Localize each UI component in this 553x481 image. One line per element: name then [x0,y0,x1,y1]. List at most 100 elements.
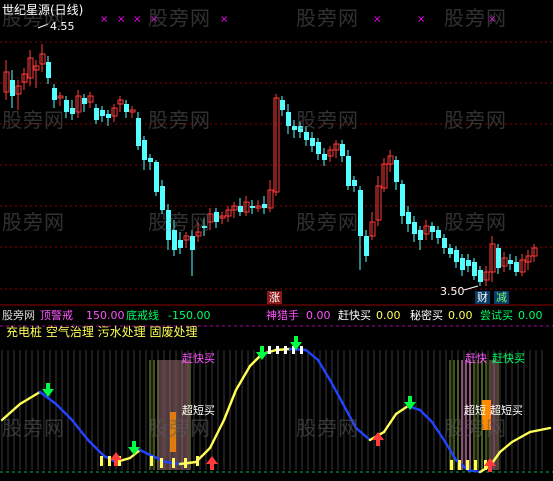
try-value: 0.00 [518,309,543,322]
gan-value: 0.00 [376,309,401,322]
candle-body [466,260,471,266]
concept-subtitle: 充电桩 空气治理 污水处理 固废处理 [6,325,198,339]
candle-body [322,154,327,160]
candle-body [472,262,477,276]
candle-body [508,260,513,264]
candle-body [436,230,441,238]
gan-tag-2: 赶快 [465,352,487,365]
chart-window: × × × × × × × × 股旁网 股旁网 股旁网 股旁网 股旁网 股旁网 股旁网 股旁网… [0,0,553,481]
oscillator-line [510,430,532,444]
watermark: 股旁网 [296,210,359,234]
watermark: 股旁网 [444,210,507,234]
candle-body [250,206,255,208]
buy-arrow-icon [206,456,218,470]
shen-value: 0.00 [306,309,331,322]
watermark: 股旁网 [296,108,359,132]
candle-body [142,140,147,160]
low-price-label: 3.50 [440,285,465,298]
watermark: 股旁网 [148,6,211,30]
cai-tag: 财 [475,291,490,304]
bottom-bar [160,458,163,468]
top-marker: × [100,14,108,25]
chao-tag-1: 超短买 [182,404,215,417]
oscillator-line [86,438,106,458]
candle-body [148,158,153,162]
top-marker: × [373,14,381,25]
gan-label: 赶快买 [338,309,371,322]
top-marker: × [417,14,425,25]
candle-body [280,100,285,110]
mi-label: 秘密买 [410,309,443,322]
bottom-bar [108,456,111,466]
oscillator-line [138,448,152,457]
candle-body [316,142,321,154]
candle-body [238,206,243,212]
oscillator-line [528,426,552,434]
candle-body [346,156,351,186]
top-bar [276,346,279,354]
candle-body [352,180,357,186]
bottom-bar [184,458,187,468]
watermark: 股旁网 [2,416,65,440]
watermark: 股旁网 [148,108,211,132]
candle-body [100,110,105,116]
candle-body [454,250,459,262]
top-bar [284,346,287,354]
watermark: 股旁网 [2,210,65,234]
candle-body [70,108,75,114]
candle-body [460,258,465,270]
candle-body [448,248,453,254]
candle-body [124,104,129,112]
candle-body [478,270,483,282]
top-marker: × [220,14,228,25]
candle-body [304,132,309,140]
candle-body [400,184,405,216]
gan-tag-3: 赶快买 [492,352,525,365]
candle-body [418,230,423,240]
candle-body [406,212,411,224]
candle-body [310,138,315,146]
mi-value: 0.00 [448,309,473,322]
top-bar [268,346,271,354]
candle-body [82,98,87,104]
candle-body [262,204,267,208]
bottom-bar [466,460,469,470]
candle-body [496,248,501,268]
candle-body [286,112,291,126]
try-label: 尝试买 [480,309,513,322]
jian-tag: 减 [494,291,509,304]
bull-label: 顶警戒 [40,309,73,322]
candle-body [10,80,15,96]
candle-body [190,236,195,250]
oscillator-line [18,390,42,406]
candle-body [178,240,183,248]
candle-body [46,62,51,78]
gan-tag-1: 赶快买 [182,352,215,365]
candle-body [52,88,57,100]
chao-tag-2: 超短 [464,404,486,417]
candle-body [340,144,345,156]
watermark: 股旁网 [444,6,507,30]
candle-body [430,226,435,232]
indicator-name: 股旁网 [2,309,35,322]
high-price-label: 4.55 [50,20,75,33]
watermark: 股旁网 [2,108,65,132]
bottom-bar [450,460,453,470]
candle-body [106,114,111,118]
watermark: 股旁网 [148,210,211,234]
bottom-bar [196,456,199,466]
candle-body [394,160,399,182]
candle-body [364,236,369,256]
candle-body [214,212,219,222]
bottom-bar [474,460,477,470]
candle-body [94,108,99,120]
bull-value: 150.00 [86,309,125,322]
candle-body [412,222,417,234]
candle-body [514,262,519,272]
shen-label: 神猎手 [266,309,299,322]
bear-value: -150.00 [168,309,211,322]
top-marker: × [133,14,141,25]
watermark: 股旁网 [296,6,359,30]
top-marker: × [117,14,125,25]
top-bar [300,346,303,354]
